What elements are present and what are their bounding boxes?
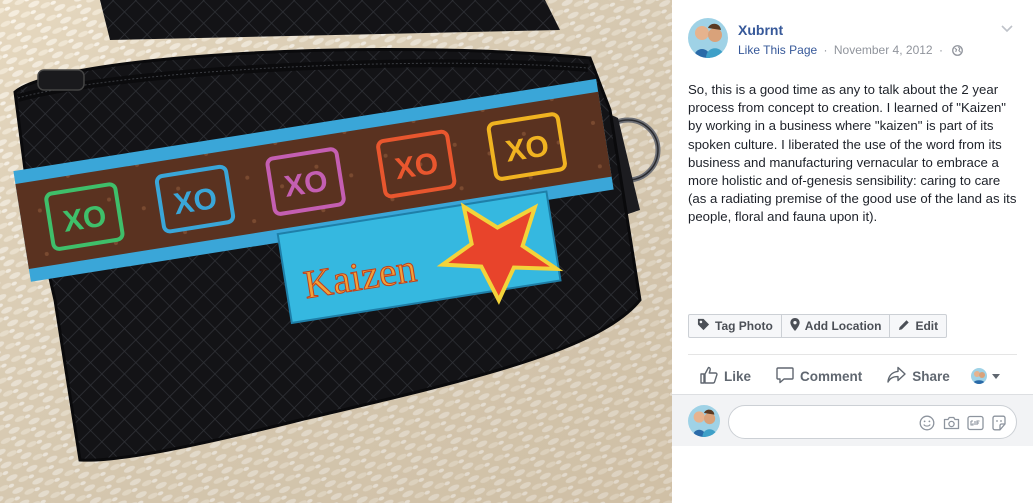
comment-bubble-icon	[776, 366, 800, 387]
edit-label: Edit	[915, 319, 939, 333]
camera-icon[interactable]	[942, 414, 960, 432]
page-name-link[interactable]: Xubrnt	[738, 22, 783, 38]
post-header: Xubrnt Like This Page · November 4, 2012…	[688, 18, 1021, 62]
globe-icon[interactable]	[952, 45, 964, 59]
like-button[interactable]: Like	[700, 366, 751, 387]
page-avatar[interactable]	[688, 18, 728, 58]
add-location-label: Add Location	[804, 319, 882, 333]
separator-dot: ·	[823, 43, 828, 57]
share-arrow-icon	[887, 366, 912, 386]
ribbon-logo: XO	[171, 182, 219, 221]
commenter-avatar	[688, 405, 720, 437]
comment-composer	[672, 394, 1033, 446]
ribbon-logo: XO	[282, 164, 330, 203]
divider	[688, 354, 1017, 355]
comment-input-icons	[912, 414, 1008, 432]
tag-photo-button[interactable]: Tag Photo	[689, 315, 782, 337]
ribbon-logo: XO	[393, 147, 441, 186]
mini-avatar	[970, 368, 987, 384]
comment-input-wrapper[interactable]	[728, 405, 1017, 439]
post-side-panel: Xubrnt Like This Page · November 4, 2012…	[672, 0, 1033, 503]
post-actions-bar: Like Comment Share	[688, 362, 1017, 390]
emoji-icon[interactable]	[918, 414, 936, 432]
sticker-icon[interactable]	[990, 414, 1008, 432]
pencil-icon	[898, 319, 915, 334]
thumbs-up-icon	[700, 366, 724, 387]
share-label: Share	[912, 368, 950, 384]
ribbon-logo: XO	[61, 199, 109, 238]
wallet-photo-image: XO XO XO XO XO Kaizen	[0, 0, 672, 503]
comment-button[interactable]: Comment	[776, 366, 862, 387]
post-date[interactable]: November 4, 2012	[834, 43, 933, 57]
add-location-button[interactable]: Add Location	[782, 315, 891, 337]
comment-input[interactable]	[741, 414, 911, 432]
edit-button[interactable]: Edit	[890, 315, 946, 337]
post-photo[interactable]: XO XO XO XO XO Kaizen	[0, 0, 672, 503]
like-label: Like	[724, 368, 752, 384]
photo-actions-bar: Tag Photo Add Location Edit	[688, 314, 948, 338]
comment-label: Comment	[800, 368, 863, 384]
share-button[interactable]: Share	[887, 366, 950, 386]
location-pin-icon	[790, 318, 805, 334]
tag-icon	[697, 318, 715, 334]
comment-as-selector[interactable]	[970, 368, 1000, 384]
post-message: So, this is a good time as any to talk a…	[688, 82, 1017, 225]
post-meta: Like This Page · November 4, 2012 ·	[738, 43, 964, 59]
gif-icon[interactable]	[966, 414, 984, 432]
ribbon-logo: XO	[503, 129, 551, 168]
chevron-down-icon[interactable]	[999, 22, 1015, 34]
tag-photo-label: Tag Photo	[715, 319, 773, 333]
chevron-down-icon	[991, 373, 1000, 379]
separator-dot: ·	[938, 43, 943, 57]
like-page-link[interactable]: Like This Page	[738, 43, 817, 57]
